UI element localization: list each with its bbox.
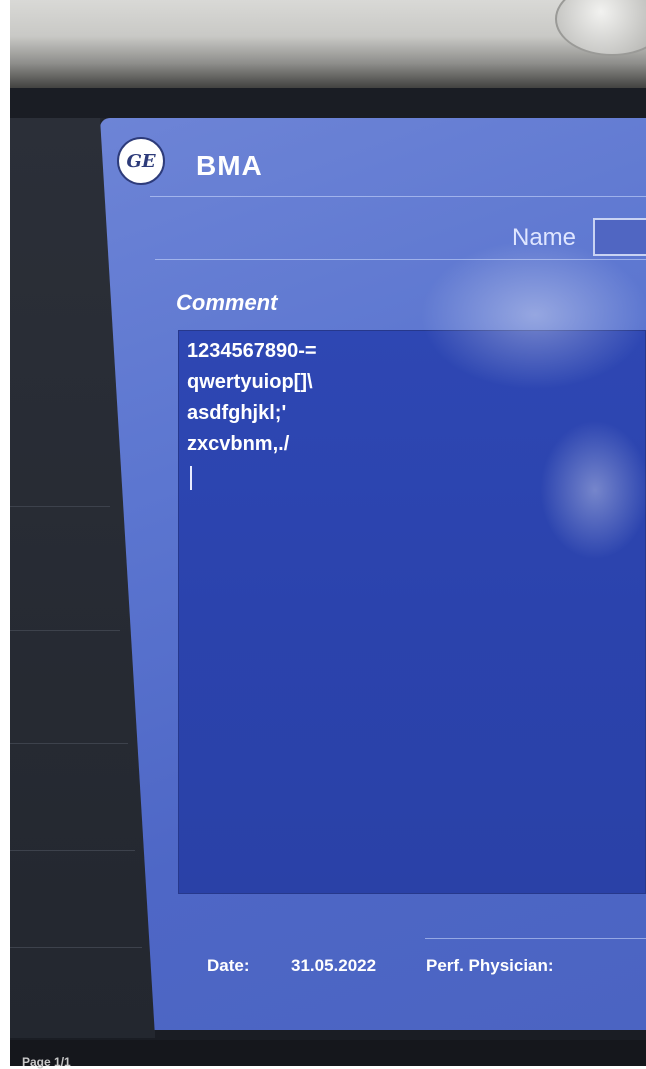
date-label: Date: <box>207 956 250 975</box>
comment-line: zxcvbnm,./ <box>187 433 290 455</box>
physician-label: Perf. Physician: <box>426 956 554 975</box>
comment-label: Comment <box>176 290 278 315</box>
dialog-title: BMA <box>196 150 263 181</box>
ge-logo-icon: GE <box>117 137 165 185</box>
comment-line: 1234567890-= <box>187 340 317 362</box>
status-bar <box>10 1040 646 1066</box>
page-indicator: Page 1/1 <box>22 1055 71 1069</box>
comment-line: qwertyuiop[]\ <box>187 371 313 393</box>
name-label: Name <box>512 224 577 251</box>
footer-divider <box>425 938 646 939</box>
background-divider <box>10 630 120 631</box>
date-value: 31.05.2022 <box>291 956 377 975</box>
logo-text: GE <box>126 150 156 172</box>
background-divider <box>10 506 110 507</box>
text-caret <box>190 466 192 490</box>
title-divider <box>150 196 646 197</box>
header-divider <box>155 259 646 260</box>
background-divider <box>10 743 128 744</box>
comment-line: asdfghjkl;' <box>187 402 287 424</box>
background-divider <box>10 947 142 948</box>
device-bezel <box>10 0 646 90</box>
background-divider <box>10 850 135 851</box>
name-input[interactable] <box>593 218 646 256</box>
